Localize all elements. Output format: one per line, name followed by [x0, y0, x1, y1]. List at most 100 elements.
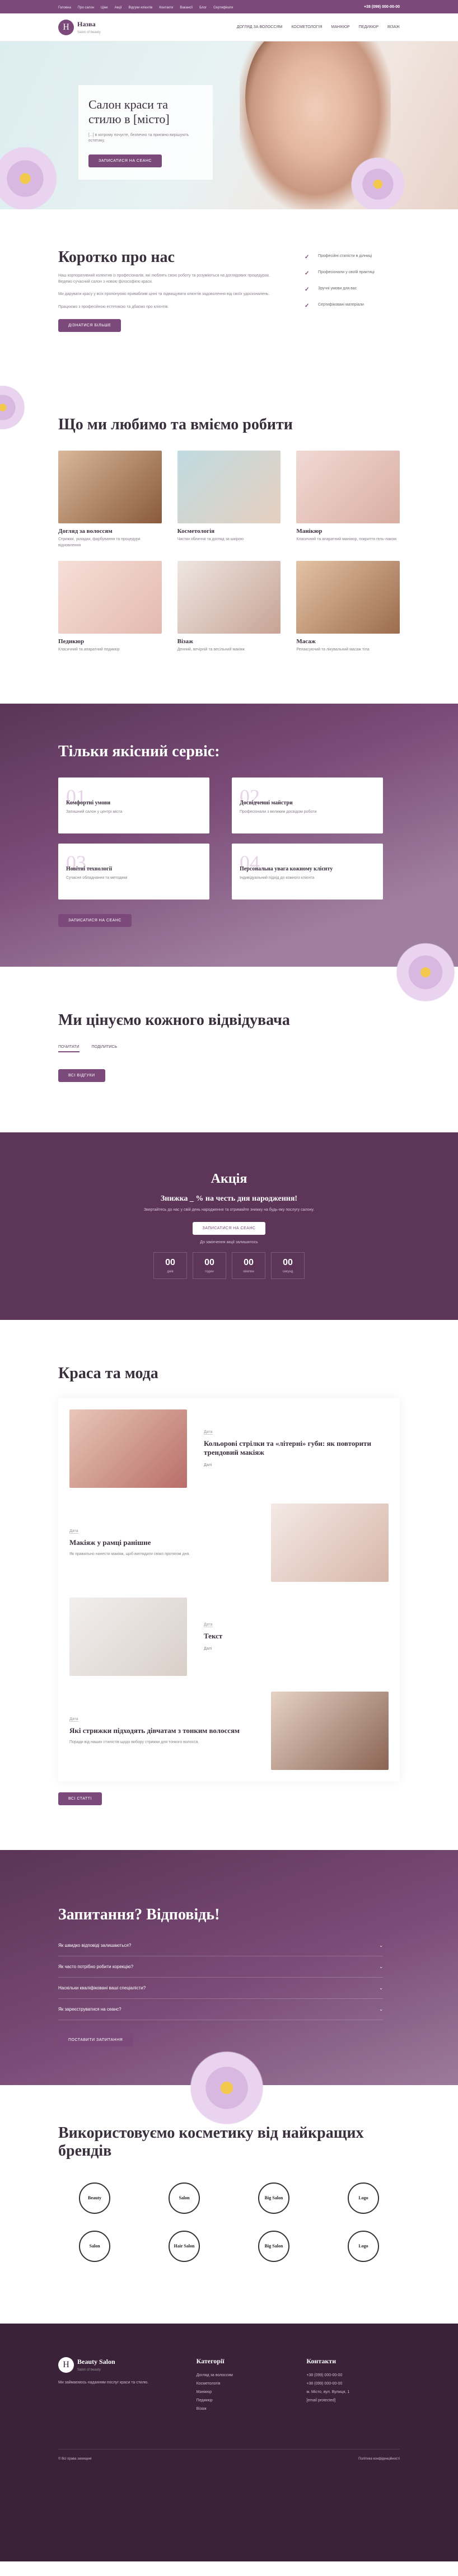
- brand-logo: Big Salon: [237, 2182, 310, 2214]
- nav-item-makeup[interactable]: Візаж: [387, 25, 400, 29]
- brand-logo: Big Salon: [237, 2230, 310, 2262]
- footer-brand: Beauty Salon: [77, 2358, 115, 2366]
- promo-booking-button[interactable]: Записатися на сеанс: [192, 1221, 266, 1235]
- all-articles-button[interactable]: Всі статті: [58, 1792, 102, 1805]
- service-image: [58, 451, 162, 523]
- brand-logo: Hair Salon: [148, 2230, 221, 2262]
- article-image: [69, 1597, 187, 1676]
- advantage-item: ✓ Професіонали у своїй практиці: [305, 270, 375, 277]
- service-card[interactable]: Візаж Денний, вечірній та весільний макія…: [177, 561, 281, 653]
- top-link[interactable]: Відгуки клієнтів: [129, 6, 153, 10]
- advantage-item: ✓ Зручні умови для вас: [305, 287, 357, 293]
- top-link[interactable]: Про салон: [78, 6, 94, 10]
- reviews-section: Ми цінуємо кожного відвідувача Почитати …: [0, 967, 458, 1132]
- advantage-item: ✓ Професійні стилісти в ділниці: [305, 254, 372, 260]
- service-card[interactable]: Масаж Релаксуючий та лікувальний масаж ті…: [296, 561, 400, 653]
- top-link[interactable]: Вакансії: [180, 6, 193, 10]
- faq-title: Запитання? Відповідь!: [58, 1905, 220, 1923]
- privacy-link[interactable]: Політика конфіденційності: [358, 2457, 400, 2461]
- footer-link[interactable]: Косметологія: [197, 2382, 290, 2386]
- top-link[interactable]: Сертифікати: [213, 6, 233, 10]
- blog-article[interactable]: Дата Макіяж у рамці ранішне Як правильно н…: [69, 1503, 389, 1582]
- brand-logo: Beauty: [58, 2182, 131, 2214]
- blog-section: Краса та мода Дата Кольорові стрілки та «…: [0, 1319, 458, 1850]
- footer: Н Beauty Salon Salon of beauty Ми займаємо…: [0, 2323, 458, 2561]
- footer-categories-title: Категорії: [196, 2357, 225, 2365]
- all-reviews-button[interactable]: Всі відгуки: [58, 1069, 105, 1082]
- flower-decoration: [347, 153, 409, 209]
- tab-share[interactable]: Поділитись: [92, 1045, 118, 1052]
- promo-note: До закінчення акції залишилось: [200, 1240, 258, 1244]
- brand-logo: Salon: [148, 2182, 221, 2214]
- top-link[interactable]: Блог: [199, 6, 207, 10]
- blog-article[interactable]: Дата Кольорові стрілки та «літерні» губи:…: [69, 1398, 389, 1488]
- faq-item[interactable]: Як часто потрібно робити корекцію? ⌄: [58, 1956, 383, 1978]
- quality-title: Тільки якісний сервіс:: [58, 742, 220, 760]
- chevron-down-icon: ⌄: [379, 1942, 383, 1948]
- quality-booking-button[interactable]: Записатися на сеанс: [58, 914, 132, 927]
- service-card[interactable]: Косметологія Чистки обличчя та догляд за …: [177, 451, 281, 549]
- footer-link[interactable]: Манікюр: [197, 2390, 290, 2394]
- about-more-button[interactable]: Дізнатися більше: [58, 319, 121, 332]
- timer-cell: 00 годин: [193, 1252, 226, 1279]
- faq-item[interactable]: Як швидко відповіді залишаються? ⌄: [58, 1935, 383, 1956]
- about-text: Працюємо з професійною естетикою та дбає…: [58, 305, 169, 309]
- hero-card: Салон краси та стилю в [місто] [...] в к…: [78, 85, 213, 180]
- top-link[interactable]: Ціни: [101, 6, 108, 10]
- timer-cell: 00 секунд: [271, 1252, 305, 1279]
- tab-read[interactable]: Почитати: [58, 1045, 80, 1052]
- blog-article[interactable]: Дата Які стрижки підходять дівчатам з тон…: [69, 1691, 389, 1770]
- flower-decoration: [0, 142, 62, 209]
- faq-item[interactable]: Як зареєструватися на сеанс? ⌄: [58, 1999, 383, 2020]
- footer-link[interactable]: Педикюр: [197, 2399, 290, 2402]
- ask-question-button[interactable]: Поставити запитання: [58, 2033, 133, 2046]
- about-text: Наш корпоративний колектив із професіона…: [58, 274, 270, 284]
- brand-logo: Logo: [327, 2182, 400, 2214]
- hero-text: [...] в котрому почуєте, безпечно та при…: [88, 133, 189, 143]
- check-icon: ✓: [305, 303, 310, 309]
- service-name: Педикюр: [58, 638, 85, 645]
- service-image: [177, 561, 281, 634]
- quality-card: 04. Персональна увага кожному клієнту Інди…: [232, 843, 383, 900]
- blog-article[interactable]: Дата Текст Далі: [69, 1597, 389, 1676]
- main-nav: Догляд за волоссям Косметологія Манікюр …: [237, 25, 400, 29]
- flower-decoration: [0, 382, 28, 433]
- footer-link[interactable]: Догляд за волоссям: [197, 2373, 290, 2377]
- footer-link[interactable]: Візаж: [197, 2407, 290, 2411]
- nav-item-cosmetology[interactable]: Косметологія: [291, 25, 322, 29]
- service-image: [177, 451, 281, 523]
- advantage-item: ✓ Сертифіковані матеріали: [305, 303, 364, 309]
- footer-phone[interactable]: +38 (099) 000-00-00: [306, 2373, 400, 2377]
- service-card[interactable]: Догляд за волоссям Стрижки, укладки, фарб…: [58, 451, 162, 549]
- logo[interactable]: Н Назва Salon of beauty: [58, 19, 101, 35]
- hero-booking-button[interactable]: Записатися на сеанс: [88, 154, 162, 167]
- footer-logo-mark: Н: [58, 2357, 74, 2373]
- footer-email[interactable]: [email protected]: [306, 2399, 400, 2402]
- quality-section: Тільки якісний сервіс: 01. Комфортні умов…: [0, 703, 458, 1006]
- footer-address: м. Місто, вул. Вулиця, 1: [306, 2390, 350, 2394]
- chevron-down-icon: ⌄: [379, 2006, 383, 2012]
- top-link[interactable]: Акції: [114, 6, 121, 10]
- service-card[interactable]: Манікюр Класичний та апаратний манікюр, п…: [296, 451, 400, 549]
- nav-item-pedicure[interactable]: Педикюр: [359, 25, 378, 29]
- hero: Салон краси та стилю в [місто] [...] в к…: [0, 41, 458, 209]
- service-name: Манікюр: [296, 528, 323, 535]
- nav-item-manicure[interactable]: Манікюр: [331, 25, 349, 29]
- top-phone[interactable]: +38 (099) 000-00-00: [364, 5, 400, 9]
- chevron-down-icon: ⌄: [379, 1964, 383, 1969]
- faq-item[interactable]: Наскільки кваліфіковані ваші спеціалісти…: [58, 1978, 383, 1999]
- top-link[interactable]: Контакти: [159, 6, 173, 10]
- logo-mark: Н: [58, 19, 74, 35]
- footer-phone[interactable]: +38 (099) 000-00-00: [306, 2382, 400, 2386]
- timer-cell: 00 днів: [153, 1252, 187, 1279]
- quality-card: 03. Новітні технології Сучасне обладнання …: [58, 843, 209, 900]
- hero-title: Салон краси та стилю в [місто]: [88, 97, 170, 127]
- top-link[interactable]: Головна: [58, 6, 71, 10]
- footer-contacts-title: Контакти: [306, 2357, 337, 2365]
- chevron-down-icon: ⌄: [379, 1985, 383, 1990]
- advantages-list: ✓ Професійні стилісти в ділниці ✓ Професіо…: [305, 249, 400, 332]
- service-card[interactable]: Педикюр Класичний та апаратний педикюр: [58, 561, 162, 653]
- about-title: Коротко про нас: [58, 249, 175, 266]
- footer-about: Ми займаємось наданням послуг краси та с…: [58, 2380, 149, 2385]
- nav-item-hair[interactable]: Догляд за волоссям: [237, 25, 283, 29]
